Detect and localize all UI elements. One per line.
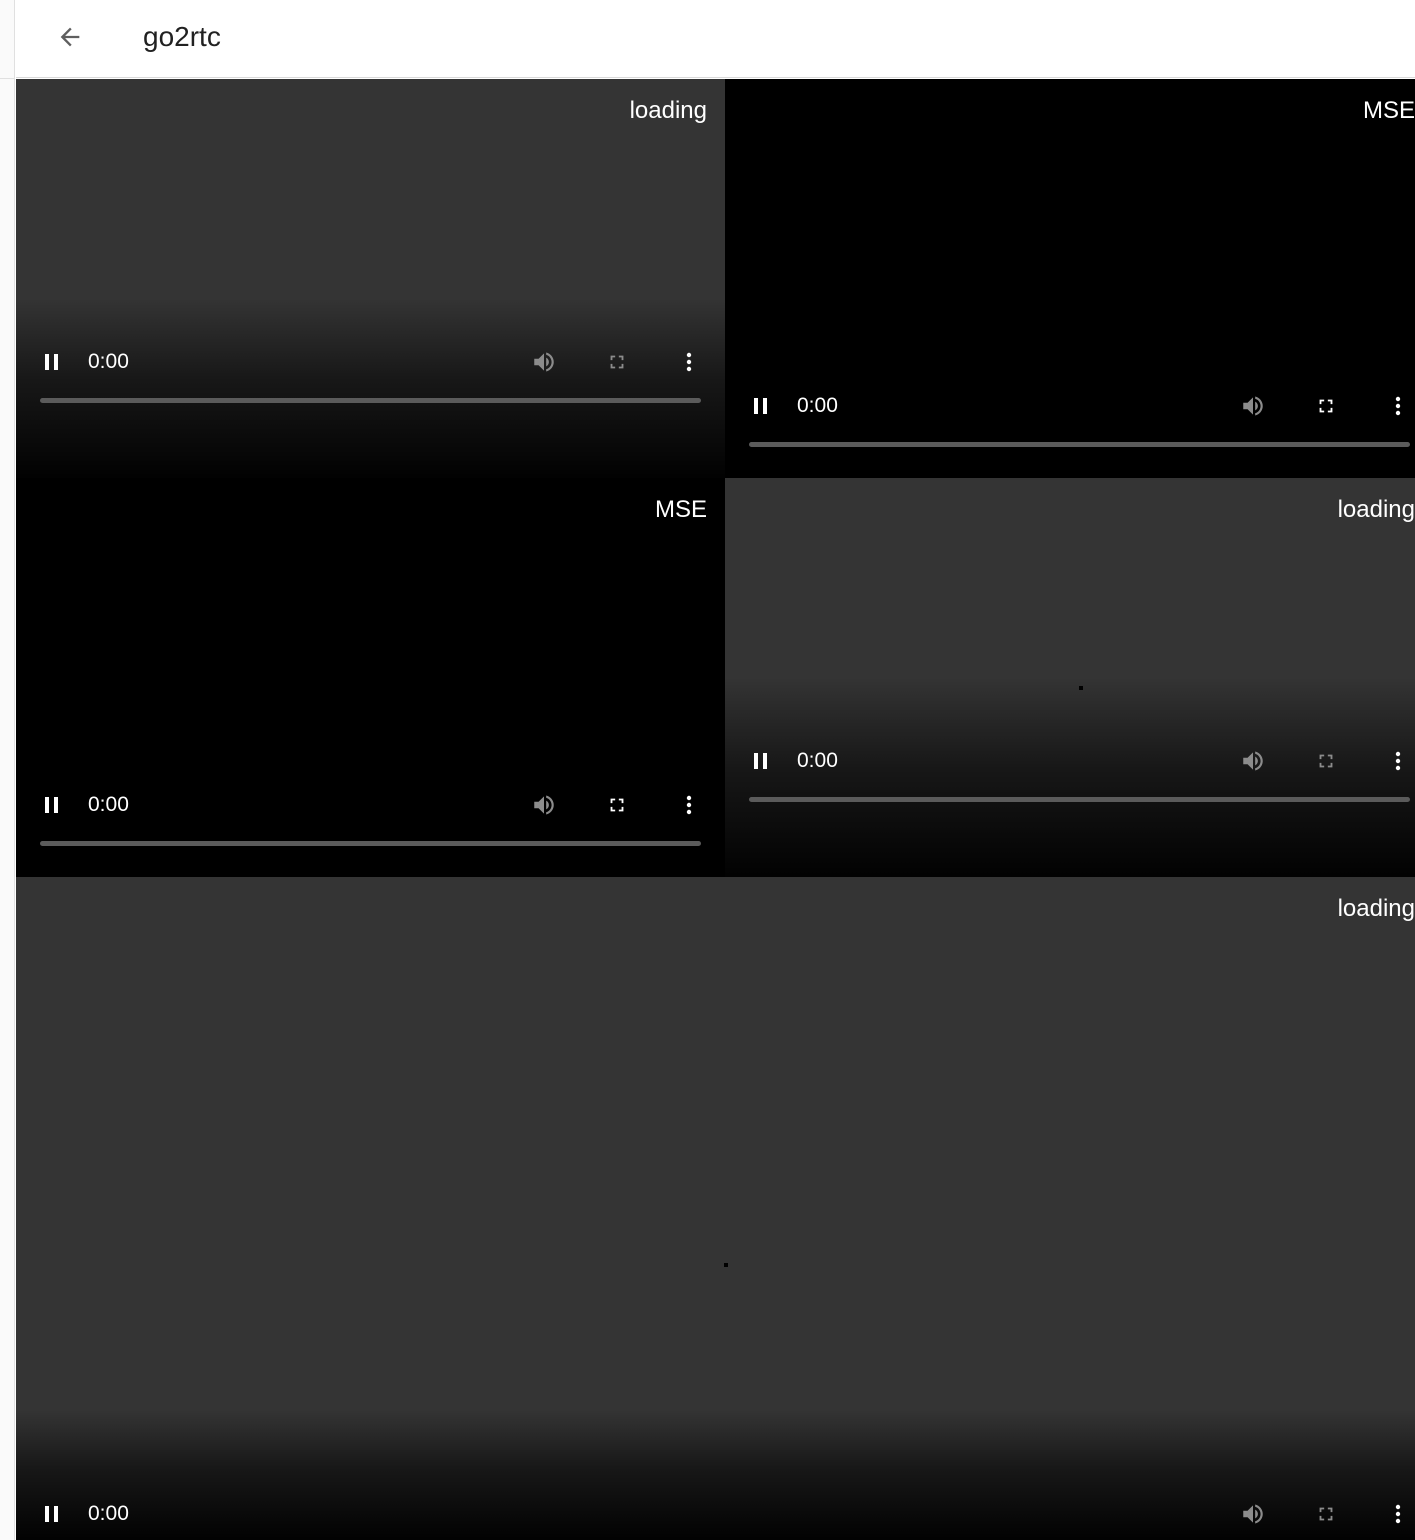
video-player-4[interactable]: loading 0:00	[725, 478, 1415, 877]
pause-icon	[45, 797, 58, 813]
video-player-3[interactable]: MSE 0:00	[16, 478, 725, 877]
back-button[interactable]	[50, 17, 90, 57]
video-player-5[interactable]: loading 0:00	[16, 877, 1415, 1540]
more-options-button[interactable]	[671, 342, 707, 382]
video-controls: 0:00	[725, 386, 1415, 426]
stream-status: loading	[1337, 895, 1415, 922]
loading-indicator	[724, 1263, 728, 1267]
volume-icon	[1243, 396, 1263, 416]
video-controls: 0:00	[16, 785, 725, 825]
pause-icon	[45, 354, 58, 370]
progress-bar[interactable]	[749, 797, 1410, 802]
video-controls: 0:00	[16, 1494, 1415, 1534]
stream-status: MSE	[654, 496, 707, 523]
mute-button[interactable]	[526, 342, 562, 382]
fullscreen-button[interactable]	[599, 785, 635, 825]
more-vert-icon	[1395, 1504, 1401, 1524]
time-display: 0:00	[88, 793, 129, 816]
fullscreen-icon	[1319, 399, 1333, 413]
loading-indicator	[1079, 686, 1083, 690]
video-controls: 0:00	[16, 342, 725, 382]
stream-status: loading	[629, 97, 707, 124]
fullscreen-button[interactable]	[1308, 386, 1344, 426]
pause-icon	[754, 398, 767, 414]
fullscreen-icon	[610, 798, 624, 812]
time-display: 0:00	[88, 1502, 129, 1525]
fullscreen-button[interactable]	[1308, 1494, 1344, 1534]
more-vert-icon	[686, 352, 692, 372]
more-options-button[interactable]	[671, 785, 707, 825]
pause-icon	[45, 1506, 58, 1522]
more-vert-icon	[1395, 396, 1401, 416]
more-vert-icon	[686, 795, 692, 815]
fullscreen-button[interactable]	[1308, 741, 1344, 781]
more-options-button[interactable]	[1380, 1494, 1415, 1534]
fullscreen-button[interactable]	[599, 342, 635, 382]
pause-button[interactable]	[743, 386, 779, 426]
progress-bar[interactable]	[40, 398, 701, 403]
video-player-1[interactable]: loading 0:00	[16, 79, 725, 478]
mute-button[interactable]	[526, 785, 562, 825]
volume-icon	[1243, 1504, 1263, 1524]
more-options-button[interactable]	[1380, 741, 1415, 781]
volume-icon	[1243, 751, 1263, 771]
left-edge-strip	[0, 0, 15, 1540]
progress-bar[interactable]	[749, 442, 1410, 447]
video-controls: 0:00	[725, 741, 1415, 781]
stream-status: MSE	[1362, 97, 1415, 124]
volume-icon	[534, 352, 554, 372]
time-display: 0:00	[797, 394, 838, 417]
fullscreen-icon	[610, 355, 624, 369]
fullscreen-icon	[1319, 754, 1333, 768]
video-player-2[interactable]: MSE 0:00	[725, 79, 1415, 478]
fullscreen-icon	[1319, 1507, 1333, 1521]
pause-button[interactable]	[34, 342, 70, 382]
more-options-button[interactable]	[1380, 386, 1415, 426]
app-header: go2rtc	[16, 0, 1415, 78]
pause-button[interactable]	[34, 1494, 70, 1534]
mute-button[interactable]	[1235, 741, 1271, 781]
mute-button[interactable]	[1235, 1494, 1271, 1534]
page-title: go2rtc	[143, 21, 221, 52]
pause-button[interactable]	[743, 741, 779, 781]
volume-icon	[534, 795, 554, 815]
mute-button[interactable]	[1235, 386, 1271, 426]
time-display: 0:00	[797, 749, 838, 772]
stream-status: loading	[1337, 496, 1415, 523]
pause-button[interactable]	[34, 785, 70, 825]
progress-bar[interactable]	[40, 841, 701, 846]
arrow-left-icon	[60, 27, 80, 47]
more-vert-icon	[1395, 751, 1401, 771]
pause-icon	[754, 753, 767, 769]
time-display: 0:00	[88, 350, 129, 373]
